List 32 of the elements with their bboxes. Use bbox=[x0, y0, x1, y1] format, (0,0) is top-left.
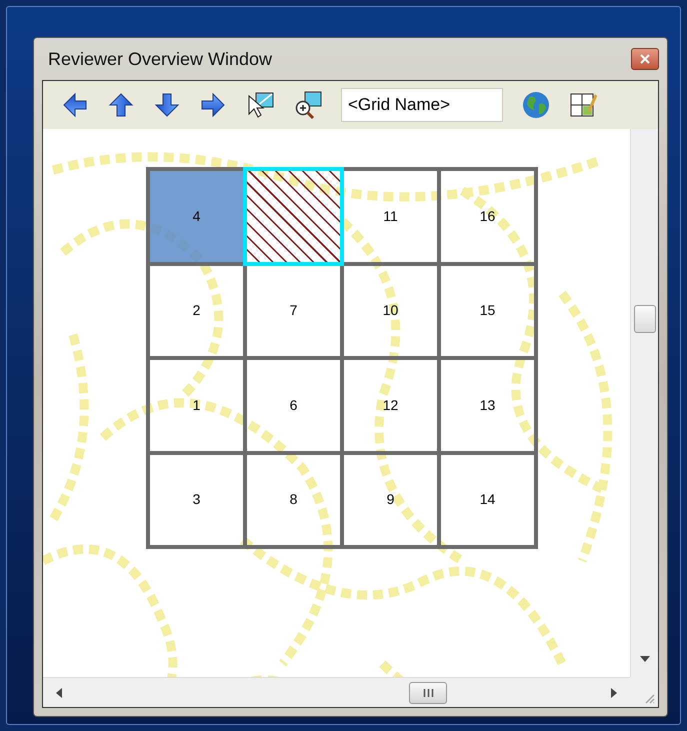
grid-cell[interactable]: 14 bbox=[441, 454, 534, 545]
grid-cell[interactable]: 15 bbox=[441, 266, 534, 356]
grid-cell[interactable]: 12 bbox=[344, 360, 437, 450]
grid-cell[interactable]: 16 bbox=[441, 171, 534, 262]
grid-cell[interactable]: 11 bbox=[344, 171, 437, 262]
cell-number: 4 bbox=[192, 206, 200, 226]
grid-cell[interactable]: 2 bbox=[150, 266, 243, 356]
grid-cell[interactable]: 10 bbox=[344, 266, 437, 356]
cell-number: 14 bbox=[480, 490, 496, 510]
cell-number: 12 bbox=[382, 396, 398, 415]
grid-cell[interactable]: 3 bbox=[150, 454, 243, 545]
cell-number: 3 bbox=[192, 490, 200, 510]
grid-cell[interactable]: 13 bbox=[441, 360, 534, 450]
grid-cell[interactable]: 9 bbox=[344, 454, 437, 545]
window-title: Reviewer Overview Window bbox=[48, 48, 272, 70]
grid-cell[interactable]: 4 bbox=[150, 171, 243, 262]
cell-number: 8 bbox=[290, 490, 298, 510]
cell-number: 11 bbox=[383, 206, 398, 226]
grid-cell[interactable]: 8 bbox=[247, 454, 340, 545]
cell-number: 7 bbox=[290, 301, 298, 320]
cell-number: 6 bbox=[290, 396, 298, 415]
cell-number: 15 bbox=[480, 301, 496, 320]
cell-number: 1 bbox=[192, 396, 200, 415]
grid-cell[interactable]: 6 bbox=[247, 360, 340, 450]
grid-cell[interactable]: 7 bbox=[247, 266, 340, 356]
cell-number: 9 bbox=[386, 490, 394, 510]
cell-number: 13 bbox=[480, 396, 496, 415]
grid-cell[interactable]: 1 bbox=[150, 360, 243, 450]
grid-name-field[interactable]: <Grid Name> bbox=[341, 88, 503, 122]
cell-number: 10 bbox=[382, 301, 398, 320]
cell-number: 16 bbox=[480, 206, 496, 226]
cell-number: 2 bbox=[192, 301, 200, 320]
